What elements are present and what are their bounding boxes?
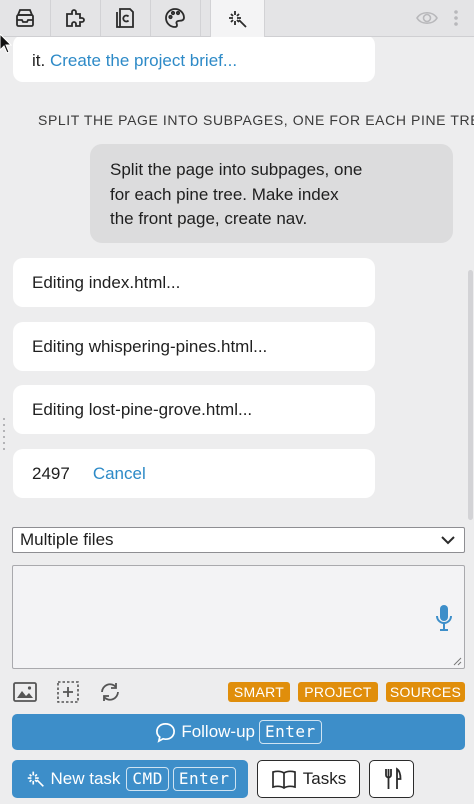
assistant-message-partial: it. Create the project brief... (13, 37, 375, 82)
cmd-key-hint: CMD (126, 767, 169, 791)
project-tag[interactable]: PROJECT (298, 682, 378, 702)
enter-key-hint: Enter (172, 767, 236, 791)
status-item: Editing lost-pine-grove.html... (13, 385, 375, 434)
ellipsis-icon[interactable] (446, 8, 466, 28)
image-icon (13, 682, 37, 702)
user-message-bubble: Split the page into subpages, one for ea… (90, 144, 453, 243)
tasks-button[interactable]: Tasks (257, 760, 360, 798)
enter-key-hint: Enter (259, 720, 322, 744)
copyright-document-icon (116, 8, 134, 28)
token-count: 2497 (32, 463, 70, 483)
status-text: Editing lost-pine-grove.html... (32, 399, 253, 419)
progress-item: 2497 Cancel (13, 449, 375, 498)
tasks-label: Tasks (302, 769, 347, 788)
open-book-icon (271, 770, 296, 790)
fork-knife-icon (384, 767, 401, 789)
user-message-line: for each pine tree. Make index (110, 184, 339, 204)
create-project-brief-link[interactable]: Create the project brief... (50, 51, 237, 71)
eye-icon[interactable] (416, 8, 438, 28)
user-message-line: Split the page into subpages, one (110, 160, 363, 179)
scope-select-value: Multiple files (20, 530, 114, 549)
user-message-line: the front page, create nav. (110, 209, 308, 228)
magic-sparkle-icon (228, 10, 247, 28)
new-task-label: New task (50, 769, 121, 788)
follow-up-label: Follow-up (181, 722, 256, 741)
status-text: Editing index.html... (32, 272, 181, 292)
cancel-link[interactable]: Cancel (93, 464, 146, 484)
top-toolbar (0, 0, 474, 37)
smart-tag[interactable]: SMART (228, 682, 290, 702)
task-heading: SPLIT THE PAGE INTO SUBPAGES, ONE FOR EA… (38, 112, 474, 128)
refresh-icon (101, 683, 119, 701)
inbox-tray-icon (16, 9, 34, 27)
toolbar-tab-plugins[interactable] (50, 0, 101, 36)
toolbar-tab-theme[interactable] (150, 0, 201, 36)
scope-select[interactable]: Multiple files (12, 527, 465, 553)
add-context-button[interactable] (55, 680, 81, 704)
attach-image-button[interactable] (12, 680, 38, 704)
magic-sparkle-icon (27, 771, 44, 787)
textarea-resize-grip-icon[interactable] (452, 656, 462, 666)
tools-button[interactable] (369, 760, 414, 798)
prompt-textarea[interactable] (12, 565, 465, 669)
follow-up-button[interactable]: Follow-up Enter (12, 714, 465, 750)
palette-icon (165, 8, 185, 28)
microphone-icon[interactable] (434, 603, 454, 635)
message-text: it. (32, 50, 50, 70)
chat-history[interactable]: it. Create the project brief... SPLIT TH… (0, 37, 474, 519)
chevron-down-icon (441, 536, 455, 545)
toolbar-tab-licenses[interactable] (100, 0, 151, 36)
sources-tag[interactable]: SOURCES (386, 682, 465, 702)
dashed-plus-box-icon (57, 681, 79, 703)
puzzle-piece-icon (66, 9, 85, 27)
chat-scrollbar-thumb[interactable] (468, 270, 473, 520)
refresh-button[interactable] (97, 680, 123, 704)
resize-handle[interactable] (3, 418, 7, 458)
status-item: Editing index.html... (13, 258, 375, 307)
toolbar-tab-ai-assistant[interactable] (210, 0, 265, 37)
new-task-button[interactable]: New task CMD Enter (12, 760, 248, 798)
toolbar-tab-inbox[interactable] (0, 0, 51, 36)
speech-bubble-icon (156, 722, 176, 743)
status-item: Editing whispering-pines.html... (13, 322, 375, 371)
status-text: Editing whispering-pines.html... (32, 336, 268, 356)
